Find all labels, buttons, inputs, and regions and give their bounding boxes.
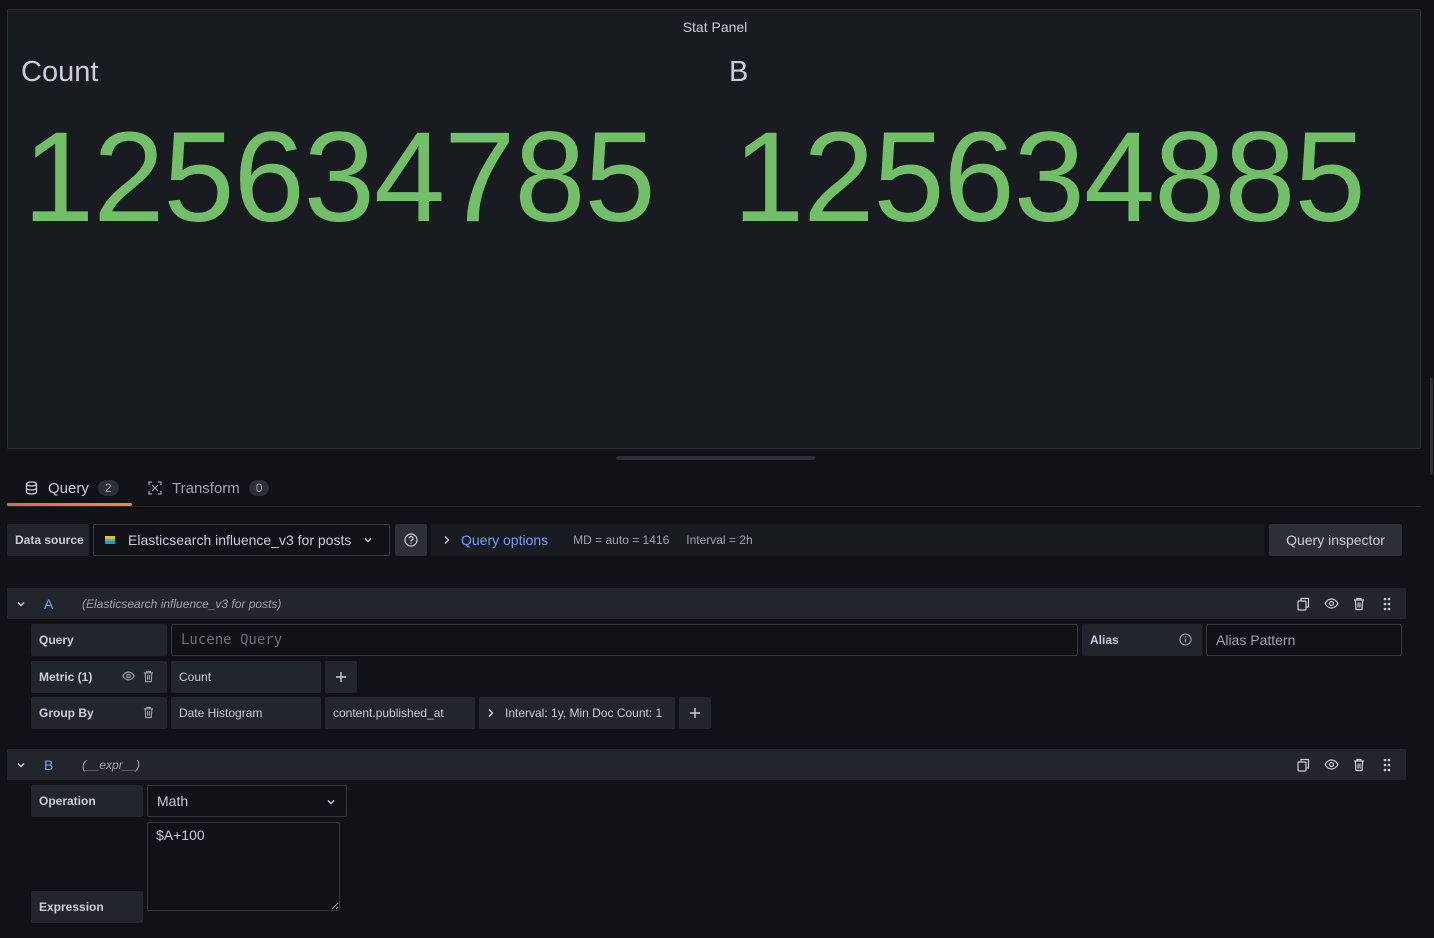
query-inspector-button[interactable]: Query inspector [1269,524,1402,556]
stat-value-count: 125634785 [23,106,656,249]
drag-handle-icon[interactable] [1378,756,1396,774]
tab-query[interactable]: Query 2 [24,476,119,500]
query-options-bar[interactable]: Query options MD = auto = 1416 Interval … [431,524,1264,556]
stat-label-count: Count [21,56,99,88]
query-row-b-header[interactable]: B (__expr__) [7,749,1406,780]
panel-title[interactable]: Stat Panel [8,19,1422,35]
add-metric-button[interactable] [325,661,357,693]
alias-placeholder: Alias Pattern [1216,632,1296,648]
duplicate-icon[interactable] [1294,756,1312,774]
datasource-picker[interactable]: Elasticsearch influence_v3 for posts [93,524,390,556]
plus-icon [335,671,347,683]
panel-resize-handle[interactable] [616,456,815,460]
expression-textarea[interactable]: $A+100 [147,822,340,911]
query-ref-id[interactable]: B [44,757,82,773]
groupby-type-select[interactable]: Date Histogram [171,697,321,729]
trash-icon[interactable] [143,670,154,683]
groupby-settings-text: Interval: 1y, Min Doc Count: 1 [505,706,663,720]
eye-icon[interactable] [1322,595,1340,613]
question-circle-icon [404,533,418,547]
plus-icon [689,707,701,719]
alias-input[interactable]: Alias Pattern [1206,624,1402,656]
tab-transform-label: Transform [172,479,240,497]
tabs-divider [7,506,1421,507]
datasource-name: Elasticsearch influence_v3 for posts [128,532,352,548]
operation-select[interactable]: Math [147,785,347,817]
chevron-down-icon[interactable] [16,760,32,770]
query-options-link[interactable]: Query options [461,532,548,548]
max-data-points: MD = auto = 1416 [573,533,670,547]
groupby-label-box: Group By [31,697,167,729]
operation-label: Operation [31,785,143,817]
metric-type-select[interactable]: Count [171,661,321,693]
tab-query-label: Query [48,479,89,497]
trash-icon[interactable] [143,706,154,719]
datasource-label: Data source [7,524,89,556]
groupby-label: Group By [39,706,94,720]
alias-label: Alias [1090,633,1119,647]
stat-label-b: B [729,56,749,88]
query-row-a-header[interactable]: A (Elasticsearch influence_v3 for posts) [7,588,1406,619]
chevron-right-icon [443,535,451,545]
lucene-query-placeholder: Lucene Query [181,632,283,648]
drag-handle-icon[interactable] [1378,595,1396,613]
chevron-right-icon [487,708,495,718]
stat-value-b: 125634885 [733,106,1366,249]
trash-icon[interactable] [1350,756,1368,774]
lucene-query-input[interactable]: Lucene Query [171,624,1078,656]
trash-icon[interactable] [1350,595,1368,613]
eye-icon[interactable] [122,671,135,681]
operation-value: Math [157,793,189,809]
chevron-down-icon [326,797,336,807]
elasticsearch-icon [103,533,117,547]
chevron-down-icon [363,535,373,545]
datasource-help-button[interactable] [395,524,427,556]
add-groupby-button[interactable] [679,697,711,729]
chevron-down-icon[interactable] [16,599,32,609]
metric-label-box: Metric (1) [31,661,167,693]
groupby-field-select[interactable]: content.published_at [325,697,475,729]
eye-icon[interactable] [1322,756,1340,774]
scrollbar-thumb[interactable] [1430,378,1433,475]
query-label: Query [31,624,167,656]
expression-label: Expression [31,891,143,923]
tab-query-count: 2 [97,480,119,496]
query-datasource-name: (__expr__) [82,757,141,772]
database-icon [24,481,38,495]
query-datasource-name: (Elasticsearch influence_v3 for posts) [82,596,282,611]
interval-info: Interval = 2h [686,533,753,547]
metric-label: Metric (1) [39,670,93,684]
groupby-settings-toggle[interactable]: Interval: 1y, Min Doc Count: 1 [479,697,675,729]
tab-transform-count: 0 [248,480,270,496]
stat-panel: Stat Panel Count B 125634785 125634885 [7,9,1421,449]
duplicate-icon[interactable] [1294,595,1312,613]
query-ref-id[interactable]: A [44,596,82,612]
tab-transform[interactable]: Transform 0 [148,476,270,500]
alias-label-box: Alias [1082,624,1202,656]
transform-icon [148,481,162,495]
info-circle-icon[interactable] [1179,633,1192,646]
